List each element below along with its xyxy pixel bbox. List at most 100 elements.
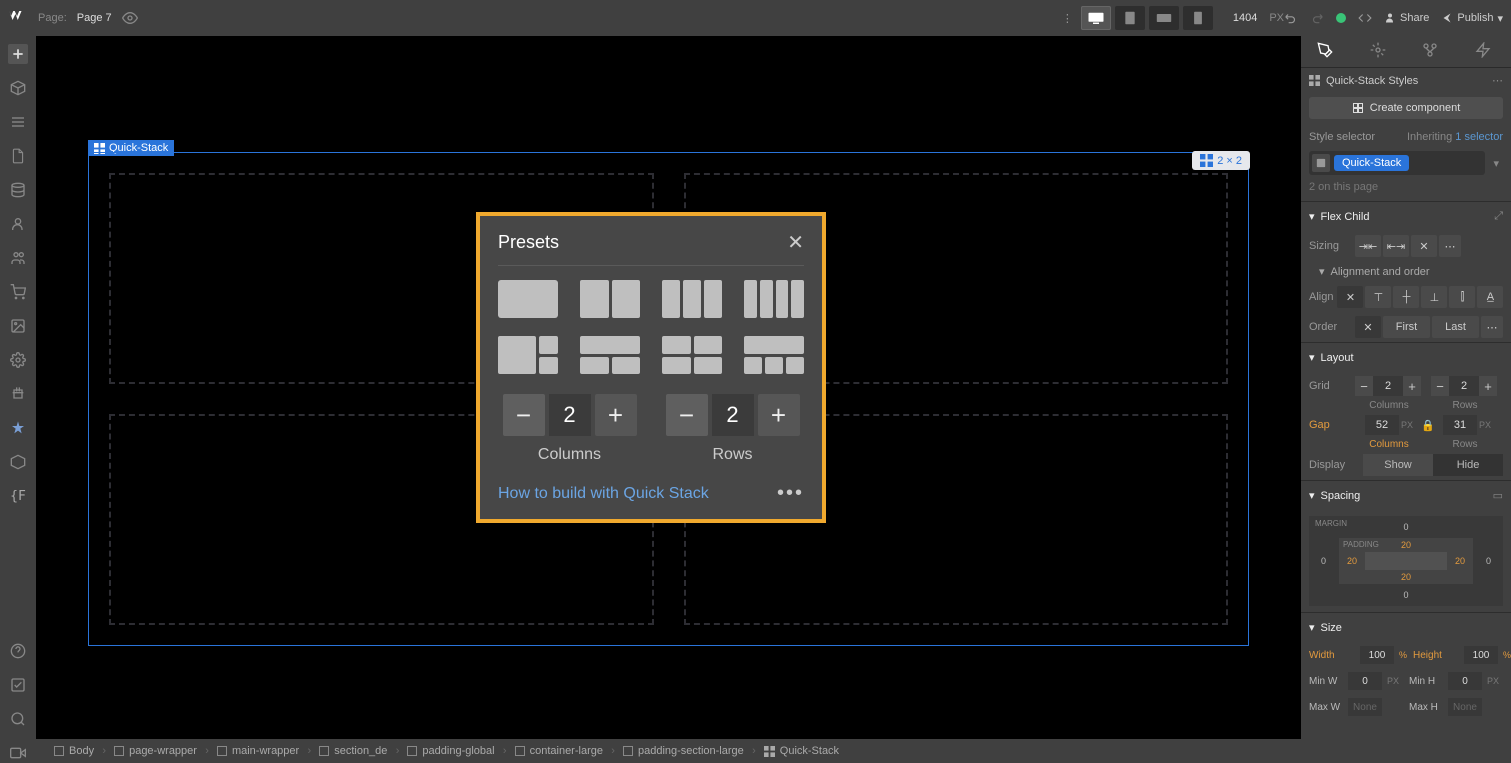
add-element-icon[interactable] (8, 44, 28, 64)
width-label[interactable]: Width (1309, 650, 1357, 661)
preset-sidebar-left[interactable] (498, 336, 558, 374)
help-link[interactable]: How to build with Quick Stack (498, 485, 709, 503)
maxw-input[interactable]: None (1348, 698, 1382, 716)
style-tab-icon[interactable] (1317, 42, 1337, 62)
flex-child-section[interactable]: ▾ Flex Child⤢ (1301, 201, 1511, 231)
gap-cols-input[interactable] (1365, 415, 1399, 435)
align-baseline-button[interactable]: A̲ (1477, 286, 1503, 308)
align-end-button[interactable]: ⊥ (1421, 286, 1447, 308)
pages-icon[interactable] (8, 146, 28, 166)
height-unit[interactable]: % (1503, 650, 1511, 660)
publish-button[interactable]: Publish ▾ (1441, 12, 1503, 25)
minh-unit[interactable]: PX (1487, 676, 1499, 686)
padding-right[interactable]: 20 (1455, 556, 1465, 566)
apps-icon[interactable] (8, 384, 28, 404)
columns-decrement-button[interactable]: − (503, 394, 545, 436)
display-show-button[interactable]: Show (1363, 454, 1433, 476)
state-selector-icon[interactable] (1312, 154, 1330, 172)
more-vert-icon[interactable]: ⋮ (1062, 12, 1073, 25)
breakpoint-mobile-landscape[interactable] (1149, 6, 1179, 30)
columns-value[interactable]: 2 (549, 394, 591, 436)
create-component-button[interactable]: Create component (1309, 97, 1503, 119)
preset-header-2[interactable] (580, 336, 640, 374)
minw-unit[interactable]: PX (1387, 676, 1399, 686)
page-name[interactable]: Page 7 (77, 12, 112, 24)
breadcrumb-item[interactable]: main-wrapper (207, 745, 309, 757)
sizing-none-button[interactable]: ✕ (1411, 235, 1437, 257)
order-first-button[interactable]: First (1383, 316, 1430, 338)
quick-stack-badge[interactable]: 2 × 2 (1192, 151, 1250, 170)
margin-left[interactable]: 0 (1321, 556, 1326, 566)
class-chip[interactable]: Quick-Stack (1334, 155, 1409, 171)
order-more-button[interactable]: ⋯ (1481, 316, 1503, 338)
class-selector-input[interactable]: Quick-Stack (1309, 151, 1485, 175)
breadcrumb-item[interactable]: page-wrapper (104, 745, 207, 757)
redo-icon[interactable] (1310, 11, 1324, 25)
display-hide-button[interactable]: Hide (1433, 454, 1503, 476)
ecommerce-icon[interactable] (8, 282, 28, 302)
minw-input[interactable]: 0 (1348, 672, 1382, 690)
height-input[interactable]: 100 (1464, 646, 1498, 664)
rows-plus-button[interactable]: + (1479, 376, 1497, 396)
layout-section[interactable]: ▾ Layout (1301, 342, 1511, 372)
cols-input[interactable] (1373, 376, 1403, 396)
breakpoint-tablet[interactable] (1115, 6, 1145, 30)
audit-icon[interactable] (8, 418, 28, 438)
preset-2cols[interactable] (580, 280, 640, 318)
order-last-button[interactable]: Last (1432, 316, 1479, 338)
settings-icon[interactable] (8, 350, 28, 370)
users-icon[interactable] (8, 214, 28, 234)
width-input[interactable]: 100 (1360, 646, 1394, 664)
code-icon[interactable] (1358, 11, 1372, 25)
cols-minus-button[interactable]: − (1355, 376, 1373, 396)
webflow-logo-icon[interactable] (8, 8, 28, 28)
style-manager-tab-icon[interactable] (1422, 42, 1442, 62)
order-reset-button[interactable]: ✕ (1355, 316, 1381, 338)
sizing-shrink-button[interactable]: ⇥⇤ (1355, 235, 1381, 257)
width-unit[interactable]: % (1399, 650, 1407, 660)
align-reset-button[interactable]: ✕ (1337, 286, 1363, 308)
preset-1x1[interactable] (498, 280, 558, 318)
align-stretch-button[interactable]: ⫿ (1449, 286, 1475, 308)
sizing-more-button[interactable]: ⋯ (1439, 235, 1461, 257)
alignment-order-subsection[interactable]: ▾ Alignment and order (1301, 261, 1511, 282)
search-icon[interactable] (8, 709, 28, 729)
breadcrumb-item[interactable]: container-large (505, 745, 613, 757)
more-icon[interactable]: ⋯ (1492, 74, 1503, 87)
cms-icon[interactable] (8, 180, 28, 200)
padding-top[interactable]: 20 (1401, 540, 1411, 550)
more-options-icon[interactable]: ••• (777, 482, 804, 505)
rows-increment-button[interactable]: + (758, 394, 800, 436)
breadcrumb-item[interactable]: Body (44, 745, 104, 757)
canvas-width[interactable]: 1404 (1233, 12, 1257, 24)
margin-right[interactable]: 0 (1486, 556, 1491, 566)
breadcrumb-item[interactable]: Quick-Stack (754, 745, 849, 757)
cube-icon[interactable] (8, 452, 28, 472)
inheriting-info[interactable]: Inheriting 1 selector (1407, 131, 1503, 143)
breadcrumb-item[interactable]: section_de (309, 745, 397, 757)
rows-value[interactable]: 2 (712, 394, 754, 436)
close-icon[interactable]: ✕ (787, 230, 804, 255)
preset-header-3[interactable] (744, 336, 804, 374)
check-icon[interactable] (8, 675, 28, 695)
gap-label[interactable]: Gap (1309, 419, 1357, 431)
preset-3cols[interactable] (662, 280, 722, 318)
maxh-input[interactable]: None (1448, 698, 1482, 716)
video-icon[interactable] (8, 743, 28, 763)
minh-input[interactable]: 0 (1448, 672, 1482, 690)
breadcrumb-item[interactable]: padding-global (397, 745, 504, 757)
preset-2x2[interactable] (662, 336, 722, 374)
padding-left[interactable]: 20 (1347, 556, 1357, 566)
assets-icon[interactable] (8, 316, 28, 336)
rows-input[interactable] (1449, 376, 1479, 396)
margin-bottom[interactable]: 0 (1403, 590, 1408, 600)
gap-cols-unit[interactable]: PX (1401, 420, 1413, 430)
box-icon[interactable] (8, 78, 28, 98)
cols-plus-button[interactable]: + (1403, 376, 1421, 396)
preview-eye-icon[interactable] (122, 10, 138, 26)
interactions-tab-icon[interactable] (1475, 42, 1495, 62)
breakpoint-mobile[interactable] (1183, 6, 1213, 30)
variables-icon[interactable]: {F (8, 486, 28, 506)
share-button[interactable]: Share (1384, 12, 1429, 24)
gap-rows-unit[interactable]: PX (1479, 420, 1491, 430)
